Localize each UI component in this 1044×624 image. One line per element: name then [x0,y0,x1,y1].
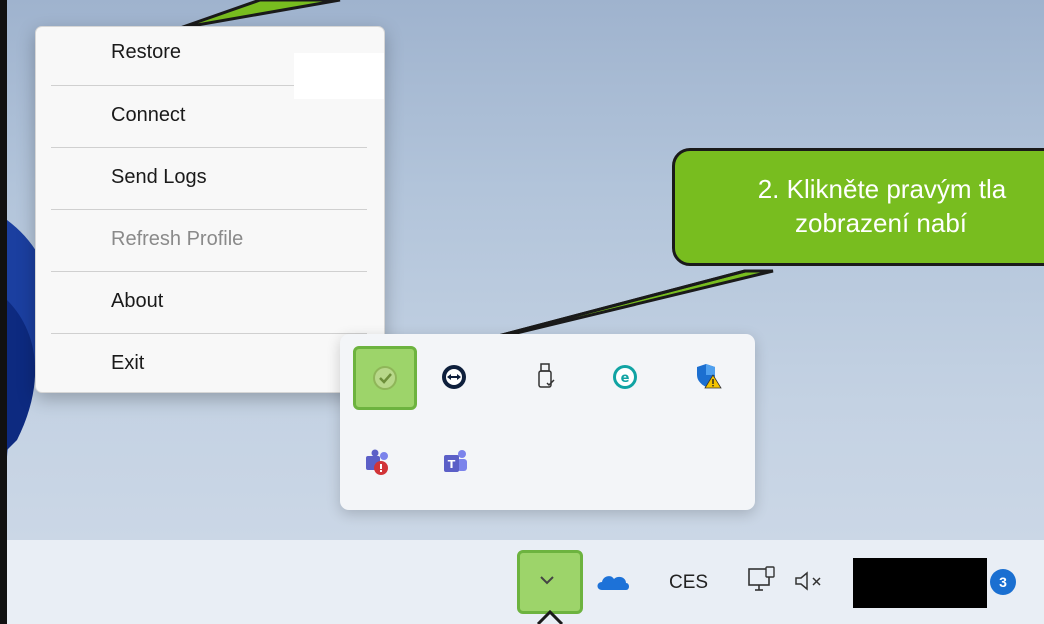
svg-text:T: T [448,458,456,471]
menu-separator [51,147,367,148]
teams-notification-icon[interactable] [362,448,392,478]
callout-line-2: zobrazení nabí [795,208,968,238]
clock-redacted[interactable] [853,558,987,608]
menu-item-send-logs[interactable]: Send Logs [111,166,207,189]
teams-icon[interactable]: T [440,447,470,477]
menu-separator [51,333,367,334]
callout-arrow-bottom [536,610,564,624]
menu-item-about[interactable]: About [111,290,163,313]
eset-icon[interactable]: e [610,362,640,392]
teamviewer-icon[interactable] [439,362,469,392]
instruction-callout: 2. Klikněte pravým tla zobrazení nabí [672,148,1044,266]
menu-separator [51,271,367,272]
svg-text:e: e [621,371,630,386]
notification-badge[interactable]: 3 [990,569,1016,595]
usb-device-icon[interactable] [531,361,561,391]
screen-edge [0,0,7,624]
callout-line-1: 2. Klikněte pravým tla [757,174,1007,204]
windows-security-warning-icon[interactable] [693,361,723,391]
tray-overflow-flyout: e T [340,334,755,510]
menu-separator [51,209,367,210]
language-indicator[interactable]: CES [669,572,708,594]
menu-item-restore[interactable]: Restore [111,41,181,64]
chevron-up-icon[interactable] [535,568,559,592]
network-icon[interactable] [747,565,779,595]
menu-item-refresh-profile: Refresh Profile [111,228,244,250]
vpn-client-icon[interactable] [370,363,400,393]
volume-muted-icon[interactable] [793,569,827,593]
menu-item-exit[interactable]: Exit [111,352,144,375]
onedrive-cloud-icon[interactable] [594,568,632,594]
redaction-box [294,53,384,99]
menu-item-connect[interactable]: Connect [111,104,186,127]
